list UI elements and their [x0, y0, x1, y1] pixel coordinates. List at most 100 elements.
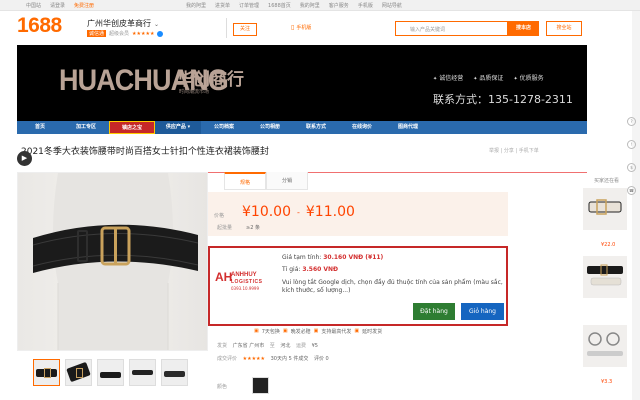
site-logo[interactable]: 1688 [17, 14, 62, 38]
price-label: 价格 [214, 213, 225, 219]
estimated-price: Giá tạm tính: 30.160 VNĐ (¥11) [282, 254, 383, 261]
price-max: ¥11.00 [305, 204, 355, 220]
estimated-price-value: 30.160 VNĐ (¥11) [323, 254, 384, 261]
logistics-widget: AH ANHHUY LOGISTICS 0393.10.9999 Giá tạm… [208, 246, 508, 326]
shop-nav: 首页 加工专区 镇店之宝 供应产品 ▾ 公司档案 公司相册 联系方式 在线询价 … [17, 121, 587, 134]
sold-count[interactable]: 30天内 5 件成交 [271, 356, 309, 362]
exchange-rate-value: 3.560 VNĐ [302, 266, 339, 273]
logistics-phone: 0393.10.9999 [231, 286, 259, 291]
floating-toolbar: ? ! $ ☎ [627, 117, 636, 195]
belt-illustration [32, 173, 199, 350]
spec-tabs: 规格 分销 [224, 172, 308, 190]
nav-item-contact[interactable]: 联系方式 [293, 121, 339, 134]
logistics-logo: AH ANHHUY LOGISTICS 0393.10.9999 [215, 270, 271, 300]
shop-banner: HUACHUANG 华创商行 时尚潮流市场 诚信经营 品质保证 优质服务 联系方… [17, 45, 587, 121]
thumbnail[interactable] [97, 359, 124, 386]
top-link[interactable]: 进货单 [215, 2, 230, 9]
chevron-down-icon: ⌄ [154, 21, 160, 28]
top-link[interactable]: 我的阿里 [186, 2, 206, 9]
feature-item: 诚信经营 [433, 73, 463, 82]
nav-item-treasure[interactable]: 镇店之宝 [109, 121, 155, 134]
order-button[interactable]: Đặt hàng [413, 303, 455, 320]
shipping-to[interactable]: 河北 [280, 343, 290, 349]
product-main-image[interactable] [17, 172, 208, 351]
nav-item-agent[interactable]: 图商代理 [385, 121, 431, 134]
shop-meta: 诚信通 超级会员 ★★★★★ [87, 30, 164, 37]
play-video-icon[interactable]: ▶ [17, 151, 32, 166]
tab-distribution[interactable]: 分销 [266, 172, 308, 190]
title-links[interactable]: 举报 | 分享 | 手机下单 [489, 147, 539, 154]
banner-features: 诚信经营 品质保证 优质服务 [433, 73, 543, 82]
sidebar-product[interactable] [583, 256, 627, 298]
phone-icon[interactable]: ☎ [627, 186, 636, 195]
shipping-from: 广东省 广州市 [232, 343, 265, 349]
estimated-price-label: Giá tạm tính: [282, 254, 324, 261]
contact-phone: 135-1278-2311 [488, 93, 573, 106]
shipping-to-label: 至 [269, 343, 275, 349]
service-item[interactable]: 支持最高代发 [321, 328, 351, 335]
shipping-row: 发货 广东省 广州市 至 河北 运费 ¥5 [217, 342, 322, 349]
mobile-button[interactable]: 手机版 [291, 24, 311, 31]
top-link[interactable]: 我的阿里 [300, 2, 320, 9]
login-link[interactable]: 请登录 [50, 2, 65, 9]
shipping-fee: ¥5 [311, 343, 318, 349]
sidebar-product-image [588, 199, 622, 215]
sidebar-product[interactable] [583, 188, 627, 230]
thumbnail[interactable] [65, 359, 92, 386]
top-bar-left: 中国站 请登录 免费注册 [26, 2, 94, 9]
exchange-rate: Tỉ giá: 3.560 VNĐ [282, 266, 338, 273]
nav-item-products[interactable]: 供应产品 ▾ [155, 121, 201, 134]
service-item[interactable]: 晚发必赔 [291, 328, 311, 335]
top-bar-right: 我的阿里 进货单 订单管理 1688首页 我的阿里 客户服务 手机版 网站导航 [186, 2, 402, 9]
vip-badge-icon [157, 30, 164, 37]
contact-label: 联系方式： [433, 93, 488, 106]
top-link[interactable]: 1688首页 [268, 2, 291, 9]
cart-button[interactable]: Giỏ hàng [461, 303, 504, 320]
help-icon[interactable]: ? [627, 117, 636, 126]
sidebar-product[interactable] [583, 325, 627, 367]
top-link[interactable]: 手机版 [358, 2, 373, 9]
product-title: 2021冬季大衣装饰腰带时尚百搭女士针扣个性连衣裙装饰腰封 [21, 147, 269, 157]
top-bar: 中国站 请登录 免费注册 我的阿里 进货单 订单管理 1688首页 我的阿里 客… [0, 0, 640, 11]
color-swatch[interactable] [252, 377, 269, 394]
page-scrollbar[interactable] [632, 0, 640, 400]
search-shop-button[interactable]: 搜本店 [508, 21, 539, 36]
thumbnail[interactable] [33, 359, 60, 386]
search-all-button[interactable]: 搜全站 [546, 21, 582, 36]
sidebar-price: ¥3.3 [601, 379, 613, 385]
follow-button[interactable]: 关注 [233, 23, 257, 36]
site-link[interactable]: 中国站 [26, 2, 41, 9]
sidebar-product-image [587, 264, 623, 286]
top-link[interactable]: 客户服务 [329, 2, 349, 9]
nav-item-album[interactable]: 公司相册 [247, 121, 293, 134]
service-icon: ▣ [254, 328, 259, 334]
evaluation-row: 成交评价 ★★★★★ 30天内 5 件成交 评价 0 [217, 355, 333, 362]
nav-item-home[interactable]: 首页 [17, 121, 63, 134]
service-item[interactable]: 7天包换 [262, 328, 280, 335]
nav-item-processing[interactable]: 加工专区 [63, 121, 109, 134]
thumbnail[interactable] [161, 359, 188, 386]
notice-icon[interactable]: ! [627, 140, 636, 149]
moq-value: ≥2 条 [246, 225, 260, 231]
sidebar-heading: 买家还在看 [594, 178, 620, 184]
price-min: ¥10.00 [242, 204, 291, 220]
color-label: 颜色 [217, 384, 228, 390]
logistics-mark: AH [215, 270, 233, 284]
price-range: ¥10.00- ¥11.00 [242, 204, 355, 220]
shop-name[interactable]: 广州华创皮革商行 ⌄ [87, 18, 159, 29]
top-link[interactable]: 订单管理 [239, 2, 259, 9]
thumbnail[interactable] [129, 359, 156, 386]
service-item[interactable]: 延时发货 [362, 328, 382, 335]
top-link[interactable]: 网站导航 [382, 2, 402, 9]
service-icon: ▣ [282, 328, 288, 334]
nav-item-profile[interactable]: 公司档案 [201, 121, 247, 134]
moq-label: 起批量 [217, 225, 233, 231]
price-icon[interactable]: $ [627, 163, 636, 172]
tab-specs[interactable]: 规格 [224, 172, 266, 190]
nav-item-inquiry[interactable]: 在线询价 [339, 121, 385, 134]
service-icon: ▣ [354, 328, 360, 334]
brand-subtitle: 时尚潮流市场 [179, 89, 210, 95]
review-count[interactable]: 评价 0 [314, 356, 329, 362]
register-link[interactable]: 免费注册 [74, 2, 94, 9]
search-input[interactable]: 输入产品关键词 [395, 21, 508, 36]
